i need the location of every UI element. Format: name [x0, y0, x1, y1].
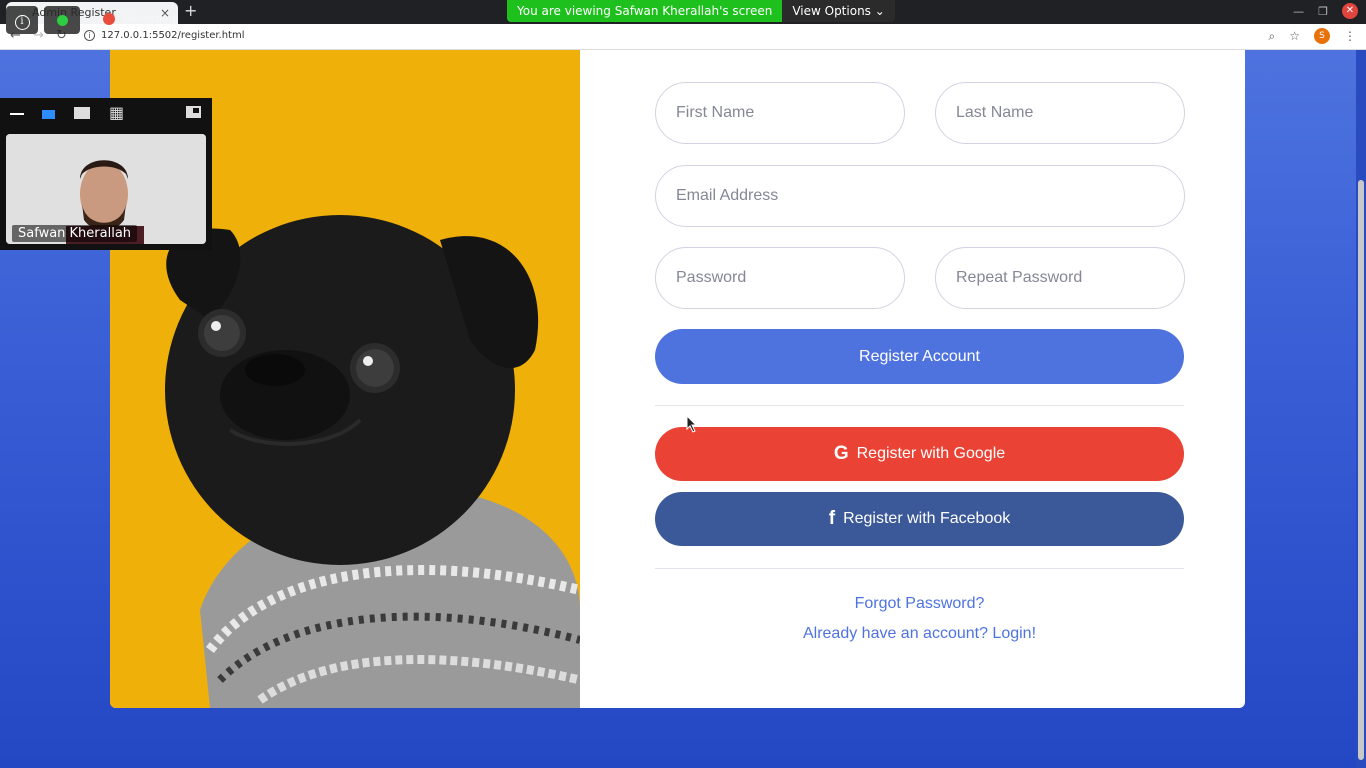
new-tab-icon[interactable]: +	[184, 1, 197, 20]
screen-share-banner: You are viewing Safwan Kherallah's scree…	[507, 0, 895, 22]
recording-label: Recording	[124, 12, 180, 25]
participant-video: Safwan Kherallah	[6, 134, 206, 244]
scrollbar-thumb[interactable]	[1358, 180, 1364, 760]
facebook-icon: f	[828, 508, 836, 529]
toolbar-actions: ⌕ ☆ S ⋮	[1269, 28, 1356, 44]
register-facebook-label: Register with Facebook	[843, 510, 1011, 527]
page-scrollbar[interactable]	[1356, 50, 1366, 768]
first-name-input[interactable]	[655, 82, 905, 144]
video-panel-controls: ▦	[0, 98, 212, 130]
last-name-input[interactable]	[935, 82, 1185, 144]
register-google-button[interactable]: G Register with Google	[655, 427, 1184, 481]
meeting-info-icon[interactable]: i	[6, 6, 38, 34]
divider	[655, 405, 1184, 406]
register-google-label: Register with Google	[856, 445, 1006, 462]
password-input[interactable]	[655, 247, 905, 309]
viewing-indicator: You are viewing Safwan Kherallah's scree…	[507, 0, 783, 22]
mouse-pointer-icon	[686, 415, 698, 433]
restore-icon[interactable]: ❐	[1318, 5, 1328, 18]
pin-window-icon[interactable]	[186, 106, 201, 118]
bookmark-star-icon[interactable]: ☆	[1289, 29, 1300, 43]
gallery-single-icon[interactable]	[74, 107, 90, 119]
view-options-label: View Options	[792, 4, 871, 18]
site-info-icon[interactable]: i	[84, 30, 95, 41]
view-options-button[interactable]: View Options ⌄	[782, 0, 895, 22]
google-icon: G	[833, 443, 849, 464]
register-facebook-button[interactable]: f Register with Facebook	[655, 492, 1184, 546]
zoom-icon[interactable]: ⌕	[1269, 29, 1276, 44]
recording-icon	[103, 13, 115, 25]
browser-toolbar: ← → ↻ i 127.0.0.1:5502/register.html ⌕ ☆ …	[0, 24, 1366, 50]
grid-view-icon[interactable]: ▦	[109, 105, 124, 121]
email-input[interactable]	[655, 165, 1185, 227]
login-link[interactable]: Already have an account? Login!	[655, 625, 1184, 643]
register-account-button[interactable]: Register Account	[655, 329, 1184, 384]
kebab-menu-icon[interactable]: ⋮	[1344, 29, 1356, 43]
divider	[655, 568, 1184, 569]
profile-avatar[interactable]: S	[1314, 28, 1330, 44]
register-account-label: Register Account	[859, 347, 980, 365]
minimize-video-icon[interactable]	[10, 113, 24, 115]
video-panel: ▦ Safwan Kherallah	[0, 98, 212, 250]
window-controls: — ❐ ✕	[1293, 3, 1358, 19]
minimize-icon[interactable]: —	[1293, 5, 1304, 18]
register-card: Register Account G Register with Google …	[110, 50, 1245, 708]
forgot-password-link[interactable]: Forgot Password?	[655, 595, 1184, 613]
address-bar[interactable]: i 127.0.0.1:5502/register.html	[84, 30, 245, 41]
participant-name: Safwan Kherallah	[12, 225, 138, 242]
speaker-view-icon[interactable]	[42, 110, 55, 119]
repeat-password-input[interactable]	[935, 247, 1185, 309]
url-text: 127.0.0.1:5502/register.html	[101, 30, 245, 41]
browser-chrome: Admin Register × + — ❐ ✕ i Recording You…	[0, 0, 1366, 50]
chevron-down-icon: ⌄	[874, 4, 885, 18]
security-shield-icon[interactable]	[44, 6, 80, 34]
close-window-icon[interactable]: ✕	[1342, 3, 1358, 19]
